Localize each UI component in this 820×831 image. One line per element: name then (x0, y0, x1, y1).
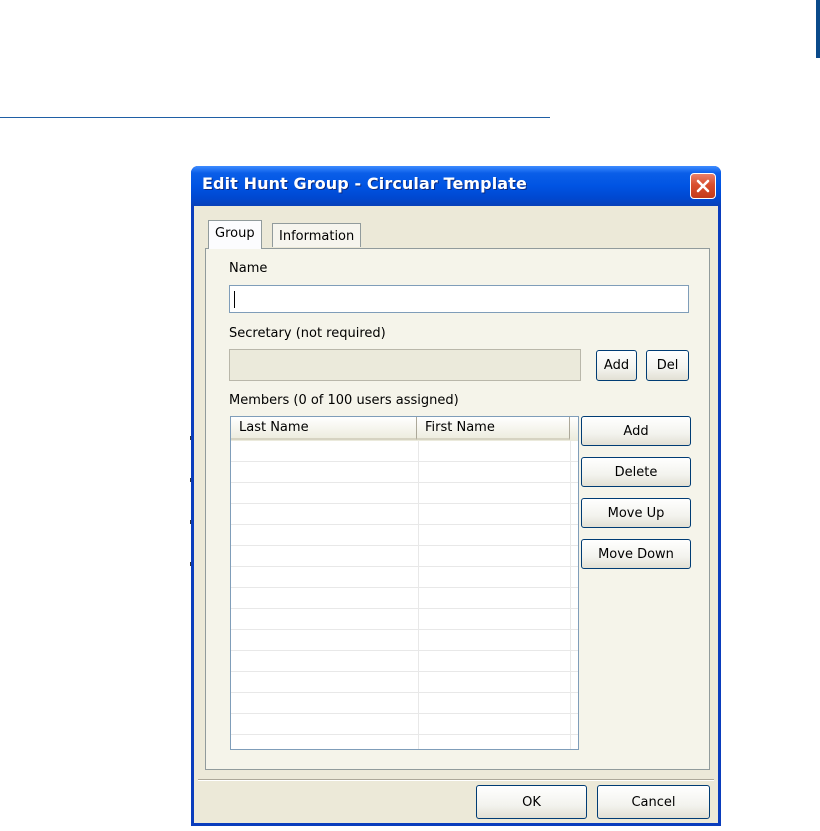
close-icon (696, 179, 710, 193)
members-label: Members (0 of 100 users assigned) (229, 393, 459, 408)
tab-information-label: Information (279, 229, 355, 244)
secretary-add-button[interactable]: Add (596, 350, 637, 381)
tab-group-label: Group (215, 226, 255, 241)
name-field[interactable] (229, 285, 689, 313)
list-row (231, 735, 578, 749)
secretary-label: Secretary (not required) (229, 326, 386, 341)
member-delete-button[interactable]: Delete (581, 457, 691, 487)
dialog-title: Edit Hunt Group - Circular Template (202, 174, 527, 193)
list-row (231, 672, 578, 693)
tab-group[interactable]: Group (208, 220, 262, 249)
member-add-button[interactable]: Add (581, 416, 691, 446)
list-row (231, 504, 578, 525)
text-caret (234, 291, 235, 308)
list-row (231, 567, 578, 588)
list-row (231, 693, 578, 714)
list-row (231, 651, 578, 672)
list-row (231, 588, 578, 609)
column-header-last-name[interactable]: Last Name (231, 417, 417, 440)
list-row (231, 525, 578, 546)
list-rows (231, 441, 578, 749)
column-divider (570, 441, 571, 749)
cancel-button[interactable]: Cancel (597, 785, 710, 819)
secretary-del-button[interactable]: Del (646, 350, 689, 381)
column-header-first-name[interactable]: First Name (417, 417, 570, 440)
footer-separator (198, 779, 714, 781)
ok-button[interactable]: OK (476, 785, 587, 819)
close-button[interactable] (690, 173, 716, 199)
list-row (231, 630, 578, 651)
page-right-rule (816, 0, 820, 58)
edit-hunt-group-dialog: Edit Hunt Group - Circular Template Grou… (191, 166, 721, 826)
members-list[interactable]: Last Name First Name (230, 416, 579, 750)
list-row (231, 546, 578, 567)
name-label: Name (229, 261, 268, 276)
title-bar[interactable]: Edit Hunt Group - Circular Template (191, 166, 721, 206)
move-up-button[interactable]: Move Up (581, 498, 691, 528)
tab-information[interactable]: Information (272, 223, 362, 247)
move-down-button[interactable]: Move Down (581, 539, 691, 569)
secretary-field (229, 349, 581, 381)
list-row (231, 462, 578, 483)
list-row (231, 441, 578, 462)
page-horizontal-rule (0, 117, 550, 118)
list-row (231, 714, 578, 735)
dialog-body: Group Information Name Secretary (not re… (194, 206, 718, 823)
list-header: Last Name First Name (231, 417, 578, 441)
list-row (231, 609, 578, 630)
list-row (231, 483, 578, 504)
